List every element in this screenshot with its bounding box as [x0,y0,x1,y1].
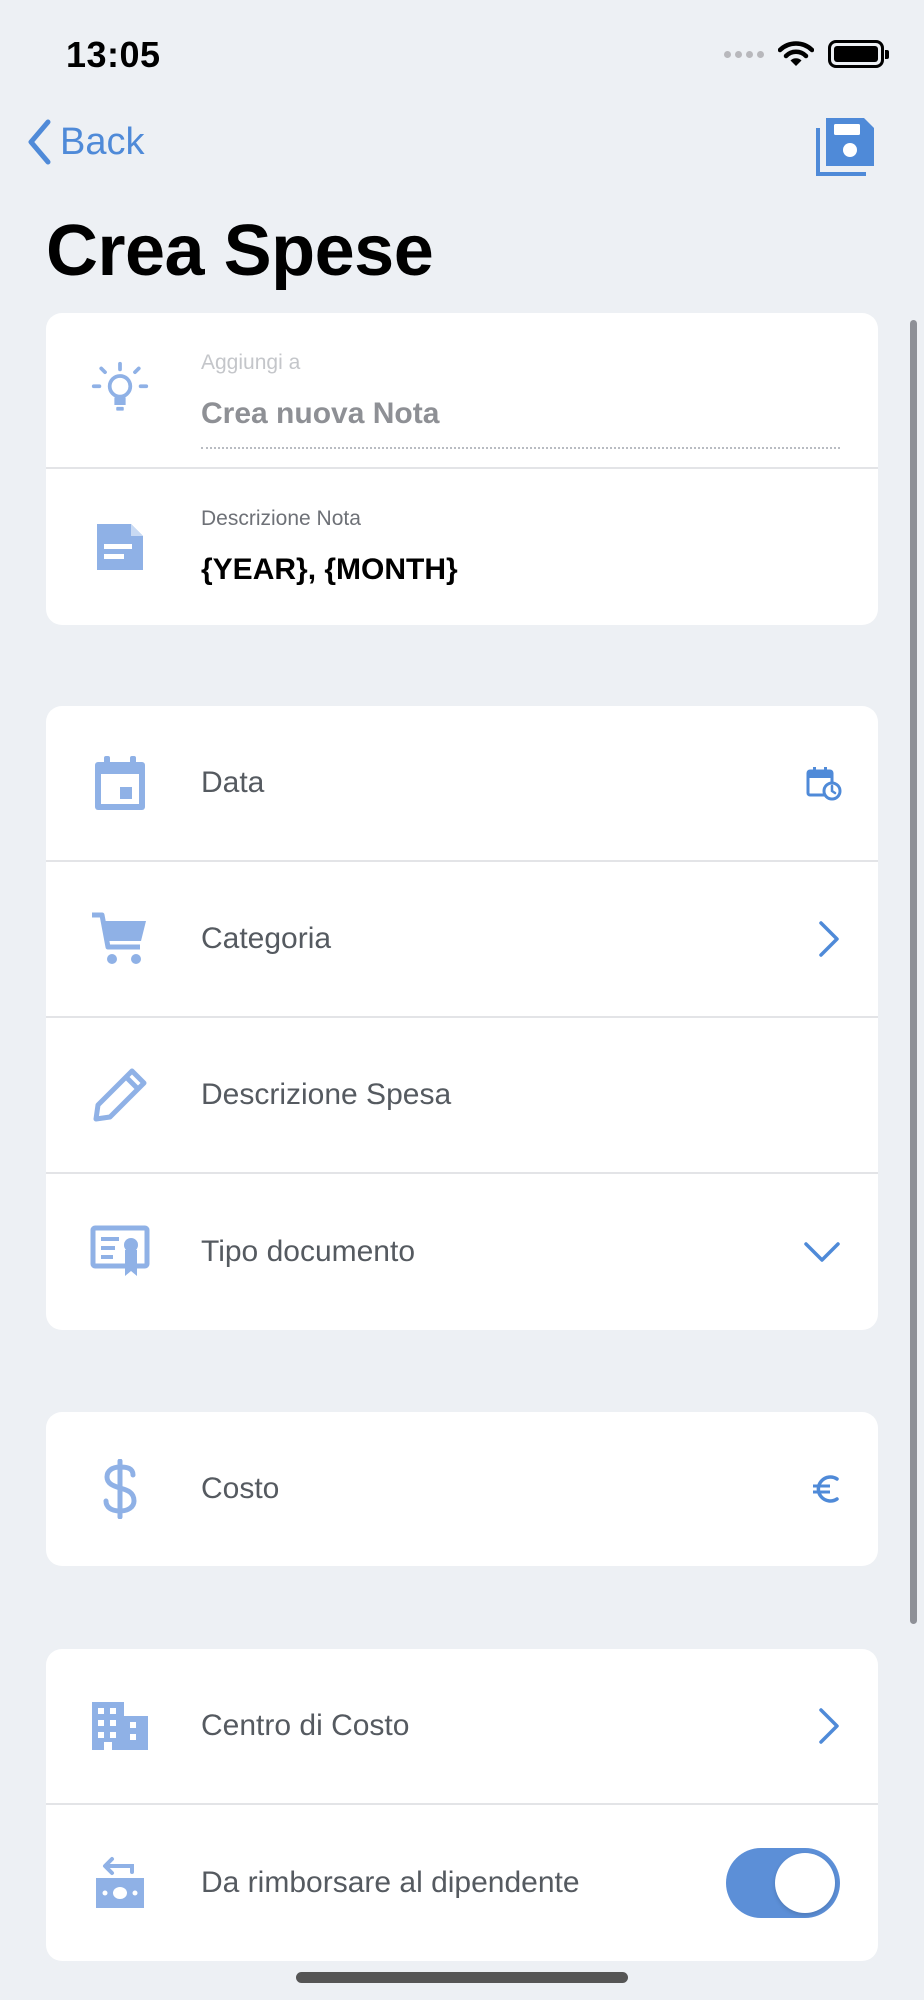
chevron-right-icon[interactable] [816,919,842,959]
document-type-row[interactable]: Tipo documento [46,1174,878,1330]
document-type-label: Tipo documento [201,1235,416,1268]
money-return-icon [90,1853,150,1913]
cost-center-card: Centro di Costo Da rimborsare al dipende… [46,1649,878,1961]
date-row[interactable]: Data [46,706,878,862]
expense-description-row[interactable]: Descrizione Spesa [46,1018,878,1174]
euro-icon[interactable] [810,1473,842,1505]
add-to-row[interactable]: Aggiungi a Crea nuova Nota [46,313,878,469]
lightbulb-icon [90,360,150,420]
expense-description-label: Descrizione Spesa [201,1078,452,1111]
dotted-underline [201,447,840,449]
cost-row[interactable]: Costo [46,1412,878,1566]
note-card: Aggiungi a Crea nuova Nota Descrizione N… [46,313,878,625]
cart-icon [90,909,150,969]
page-title: Crea Spese [46,211,434,291]
wifi-icon [778,41,814,66]
status-time: 13:05 [66,34,161,75]
category-row[interactable]: Categoria [46,862,878,1018]
reimburse-row: Da rimborsare al dipendente [46,1805,878,1961]
cost-label: Costo [201,1472,280,1505]
floppy-disk-icon [816,118,874,176]
details-card: Data Categoria Descrizione Spesa Tipo do… [46,706,878,1330]
certificate-icon [90,1222,150,1282]
cost-card: Costo [46,1412,878,1566]
battery-icon [828,40,889,68]
cost-center-row[interactable]: Centro di Costo [46,1649,878,1805]
building-icon [90,1696,150,1756]
note-description-caption: Descrizione Nota [201,507,361,530]
back-button[interactable]: Back [26,118,144,166]
chevron-left-icon [28,119,51,165]
note-description-row[interactable]: Descrizione Nota {YEAR}, {MONTH} [46,469,878,625]
chevron-down-icon[interactable] [802,1239,842,1265]
scrollbar[interactable] [910,320,917,1624]
signal-icon [724,50,764,58]
home-indicator[interactable] [296,1972,628,1983]
category-label: Categoria [201,922,332,955]
add-to-caption: Aggiungi a [201,351,301,374]
chevron-right-icon[interactable] [816,1706,842,1746]
note-icon [90,517,150,577]
reimburse-label: Da rimborsare al dipendente [201,1866,580,1899]
toggle-knob [775,1853,835,1913]
note-description-value[interactable]: {YEAR}, {MONTH} [201,553,458,587]
status-bar: 13:05 [0,0,924,110]
pencil-icon [90,1065,150,1125]
dollar-icon [90,1459,150,1519]
cost-center-label: Centro di Costo [201,1709,410,1742]
reimburse-toggle[interactable] [726,1848,840,1918]
save-button[interactable] [812,114,878,180]
status-indicators [724,40,889,68]
add-to-value: Crea nuova Nota [201,397,440,430]
calendar-clock-icon[interactable] [806,765,842,801]
date-label: Data [201,766,265,799]
calendar-icon [90,753,150,813]
back-label: Back [60,120,145,163]
